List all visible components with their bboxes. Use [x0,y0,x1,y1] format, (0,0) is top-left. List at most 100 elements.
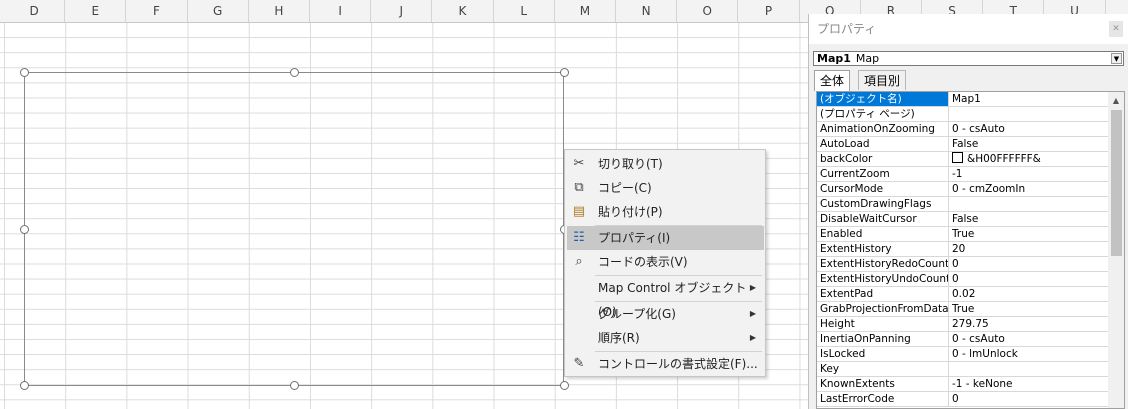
property-value[interactable]: 0 [950,272,1108,286]
resize-handle-bottom[interactable] [290,381,299,390]
menu-item-format-control[interactable]: ✎ コントロールの書式設定(F)... [567,352,764,376]
property-row[interactable]: (プロパティ ページ) [817,107,1108,122]
menu-item-label: グループ化(G) [598,307,676,321]
column-header[interactable]: I [310,0,372,22]
menu-item-map-control-object[interactable]: Map Control オブジェクト(O) ▶ [567,276,764,319]
property-name: ExtentHistoryUndoCount [817,272,949,286]
property-value[interactable] [950,107,1108,121]
property-value[interactable]: False [950,212,1108,226]
property-row[interactable]: LastErrorCode 0 [817,392,1108,407]
column-header[interactable]: O [677,0,739,22]
column-header[interactable]: L [494,0,555,22]
property-name: ExtentHistory [817,242,949,256]
property-value[interactable]: True [950,227,1108,241]
view-code-icon: ⌕ [575,254,583,269]
property-row[interactable]: CustomDrawingFlags [817,197,1108,212]
menu-item-view-code[interactable]: ⌕ コードの表示(V) [567,250,764,274]
resize-handle-top-left[interactable] [20,68,29,77]
property-row[interactable]: KnownExtents -1 - keNone [817,377,1108,392]
menu-item-label: 順序(R) [598,331,640,345]
property-name: AutoLoad [817,137,949,151]
properties-title-bar[interactable]: プロパティ ✕ [809,14,1128,44]
menu-item-label: コードの表示(V) [598,255,688,269]
map-control-object[interactable] [24,72,564,386]
menu-item-label: 貼り付け(P) [598,205,663,219]
scroll-up-icon[interactable]: ▲ [1108,94,1124,108]
resize-handle-bottom-left[interactable] [20,381,29,390]
property-value[interactable]: True [950,302,1108,316]
property-value[interactable]: Map1 [950,92,1108,106]
property-value[interactable]: 0 [950,392,1108,406]
properties-icon: ☷ [573,230,585,245]
property-row[interactable]: ExtentHistory 20 [817,242,1108,257]
property-row[interactable]: CursorMode 0 - cmZoomIn [817,182,1108,197]
column-header[interactable]: H [249,0,310,22]
menu-item-paste[interactable]: ▤ 貼り付け(P) [567,200,764,224]
resize-handle-top[interactable] [290,68,299,77]
color-swatch [952,152,963,163]
property-row[interactable]: Height 279.75 [817,317,1108,332]
tab-categorized[interactable]: 項目別 [858,70,907,90]
property-name: (オブジェクト名) [817,92,949,106]
property-value[interactable]: 0 [950,257,1108,271]
tab-all[interactable]: 全体 [814,70,851,91]
property-value[interactable]: 0 - csAuto [950,122,1108,136]
property-value[interactable] [950,362,1108,376]
property-row[interactable]: Enabled True [817,227,1108,242]
property-value[interactable]: 0.02 [950,287,1108,301]
property-value[interactable]: 0 - csAuto [950,332,1108,346]
property-name: ExtentPad [817,287,949,301]
property-row[interactable]: Key [817,362,1108,377]
property-name: Key [817,362,949,376]
property-row[interactable]: InertiaOnPanning 0 - csAuto [817,332,1108,347]
resize-handle-left[interactable] [20,225,29,234]
property-row[interactable]: ExtentHistoryUndoCount 0 [817,272,1108,287]
close-icon[interactable]: ✕ [1109,21,1123,37]
object-name: Map1 [817,52,851,65]
menu-item-copy[interactable]: ⧉ コピー(C) [567,176,764,200]
property-value[interactable]: False [950,137,1108,151]
property-row[interactable]: CurrentZoom -1 [817,167,1108,182]
property-row[interactable]: ExtentPad 0.02 [817,287,1108,302]
property-row[interactable]: GrabProjectionFromData True [817,302,1108,317]
column-header[interactable]: K [432,0,494,22]
menu-item-order[interactable]: 順序(R) ▶ [567,326,764,350]
menu-item-group[interactable]: グループ化(G) ▶ [567,302,764,326]
property-name: KnownExtents [817,377,949,391]
column-header[interactable]: P [738,0,800,22]
scrollbar-thumb[interactable] [1111,110,1122,256]
property-value[interactable]: -1 [950,167,1108,181]
property-value[interactable]: 20 [950,242,1108,256]
paste-icon: ▤ [572,204,586,219]
column-header[interactable]: N [616,0,678,22]
menu-item-label: プロパティ(I) [598,231,671,245]
column-header[interactable]: G [188,0,249,22]
resize-handle-bottom-right[interactable] [560,381,569,390]
menu-item-cut[interactable]: ✂ 切り取り(T) [567,152,764,176]
chevron-down-icon[interactable]: ▼ [1111,53,1122,64]
property-row[interactable]: IsLocked 0 - lmUnlock [817,347,1108,362]
vertical-scrollbar[interactable]: ▲ [1108,92,1124,408]
property-row[interactable]: AnimationOnZooming 0 - csAuto [817,122,1108,137]
property-name: ExtentHistoryRedoCount [817,257,949,271]
column-header[interactable]: F [126,0,188,22]
property-value[interactable]: 0 - cmZoomIn [950,182,1108,196]
column-header[interactable]: M [555,0,616,22]
column-header[interactable]: E [65,0,127,22]
menu-item-properties[interactable]: ☷ プロパティ(I) [567,226,764,250]
property-value[interactable] [950,197,1108,211]
object-selector[interactable]: Map1 Map ▼ [813,51,1124,66]
property-value[interactable]: -1 - keNone [950,377,1108,391]
property-row[interactable]: backColor &H00FFFFFF& [817,152,1108,167]
property-value[interactable]: 279.75 [950,317,1108,331]
property-row[interactable]: AutoLoad False [817,137,1108,152]
property-value[interactable]: 0 - lmUnlock [950,347,1108,361]
property-value[interactable]: &H00FFFFFF& [950,152,1108,166]
property-row[interactable]: DisableWaitCursor False [817,212,1108,227]
property-name: Height [817,317,949,331]
resize-handle-top-right[interactable] [560,68,569,77]
property-row[interactable]: (オブジェクト名) Map1 [817,92,1108,107]
column-header[interactable]: J [371,0,433,22]
column-header[interactable]: D [4,0,66,22]
property-row[interactable]: ExtentHistoryRedoCount 0 [817,257,1108,272]
